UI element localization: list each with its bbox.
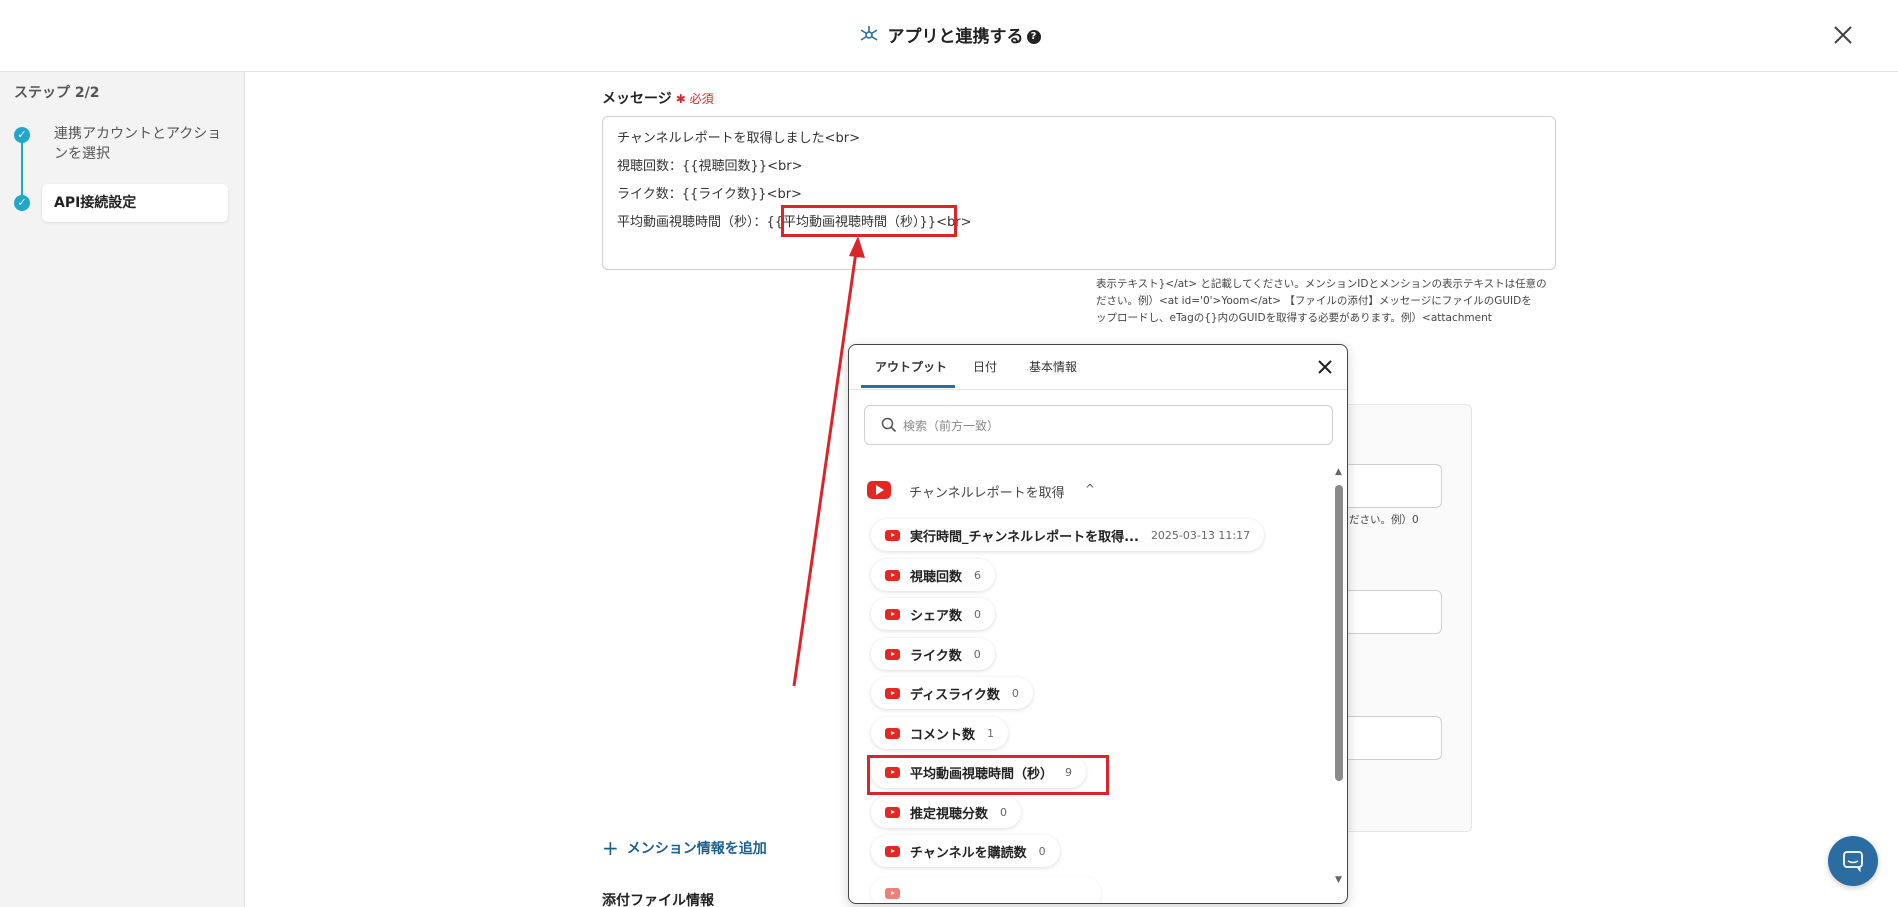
output-item[interactable]: ライク数 0: [871, 638, 995, 670]
add-mention-label: メンション情報を追加: [626, 841, 767, 857]
output-item-value: 1: [987, 726, 995, 740]
chat-support-button[interactable]: [1828, 836, 1878, 886]
mention-extra-input[interactable]: [1346, 716, 1442, 760]
check-icon: ✓: [14, 195, 30, 211]
group-label: チャンネルレポートを取得: [909, 486, 1065, 501]
app-connect-icon: [858, 24, 880, 51]
youtube-icon: [885, 727, 900, 739]
output-item-value: 0: [1011, 686, 1019, 700]
message-line-prefix: 平均動画視聴時間（秒）：: [617, 215, 767, 230]
output-picker-popup: アウトプット 日付 基本情報 チャンネルレポートを取得 ^ 実行時間_チャンネル…: [848, 344, 1348, 904]
sidebar-item-account[interactable]: 連携アカウントとアクションを選択: [54, 124, 224, 164]
youtube-icon: [885, 608, 900, 620]
output-item[interactable]: 推定視聴分数 0: [871, 796, 1022, 828]
tab-basic-info[interactable]: 基本情報: [1029, 358, 1077, 375]
scroll-down-icon[interactable]: ▼: [1335, 875, 1342, 885]
youtube-icon: [867, 481, 891, 499]
tab-date[interactable]: 日付: [973, 358, 997, 375]
message-line: 平均動画視聴時間（秒）：{{平均動画視聴時間（秒）}}<br>: [617, 209, 1541, 237]
youtube-icon: [885, 806, 900, 818]
output-item-label: シェア数: [910, 608, 963, 624]
youtube-icon: [885, 845, 900, 857]
youtube-icon: [885, 569, 900, 581]
message-textarea[interactable]: チャンネルレポートを取得しました<br> 視聴回数：{{視聴回数}}<br> ラ…: [602, 116, 1556, 270]
plus-icon: +: [602, 836, 619, 860]
help-icon[interactable]: ?: [1026, 30, 1041, 44]
message-line: ライク数：{{ライク数}}<br>: [617, 187, 802, 202]
popup-scrollbar[interactable]: ▲ ▼: [1335, 467, 1343, 887]
output-item-label: 視聴回数: [910, 569, 963, 585]
help-text-line: 表示テキスト}</at> と記載してください。メンションIDとメンションの表示テ…: [1096, 278, 1547, 290]
output-item-value: 0: [1000, 805, 1008, 819]
message-line: 視聴回数：{{視聴回数}}<br>: [617, 159, 803, 174]
output-item[interactable]: ディスライク数 0: [871, 677, 1033, 709]
output-item-label: 推定視聴分数: [910, 806, 989, 822]
modal-title: アプリと連携する?: [0, 22, 1898, 51]
mention-text-input[interactable]: [1346, 590, 1442, 634]
search-input[interactable]: [903, 416, 1323, 436]
highlight-box: [781, 205, 957, 237]
required-badge: ✱ 必須: [675, 92, 714, 106]
help-text: 表示テキスト}</at> と記載してください。メンションIDとメンションの表示テ…: [1096, 276, 1556, 327]
output-item-value: 0: [1038, 844, 1046, 858]
modal-title-text: アプリと連携する: [887, 27, 1024, 47]
output-item[interactable]: 実行時間_チャンネルレポートを取得... 2025-03-13 11:17: [871, 519, 1265, 551]
output-item[interactable]: シェア数 0: [871, 598, 996, 630]
output-item-partial[interactable]: [871, 877, 1101, 903]
step-counter: ステップ 2/2: [14, 85, 100, 101]
output-item-label: ライク数: [910, 648, 962, 664]
chevron-up-icon[interactable]: ^: [1085, 482, 1095, 496]
message-line: チャンネルレポートを取得しました<br>: [617, 131, 860, 146]
header-bar: アプリと連携する?: [0, 0, 1898, 72]
output-search: [864, 405, 1333, 445]
help-text-line: ださい。例）<at id='0'>Yoom</at> 【ファイルの添付】メッセー…: [1096, 295, 1532, 307]
tabs-divider: [849, 389, 1347, 390]
required-text: 必須: [689, 92, 714, 106]
output-item-value: 0: [974, 607, 982, 621]
youtube-icon: [885, 529, 900, 541]
scroll-thumb[interactable]: [1335, 485, 1343, 781]
check-icon: ✓: [14, 127, 30, 143]
output-item[interactable]: チャンネルを購読数 0: [871, 835, 1060, 867]
main-content: メッセージ ✱ 必須 チャンネルレポートを取得しました<br> 視聴回数：{{視聴…: [246, 72, 1898, 907]
scroll-up-icon[interactable]: ▲: [1335, 467, 1342, 477]
output-item[interactable]: 視聴回数 6: [871, 559, 996, 591]
output-item[interactable]: コメント数 1: [871, 717, 1009, 749]
youtube-icon: [885, 887, 900, 899]
output-item-label: チャンネルを購読数: [910, 845, 1027, 861]
add-mention-button[interactable]: + メンション情報を追加: [602, 836, 767, 860]
youtube-icon: [885, 648, 900, 660]
mention-note: ださい。例）0: [1349, 514, 1419, 526]
youtube-icon: [885, 687, 900, 699]
close-icon[interactable]: [1317, 359, 1333, 375]
active-tab-indicator: [861, 385, 955, 388]
output-item-value: 0: [973, 647, 981, 661]
close-icon[interactable]: [1830, 22, 1856, 48]
output-item-label: コメント数: [910, 727, 976, 743]
sidebar-item-api-settings[interactable]: API接続設定: [42, 184, 228, 222]
steps-sidebar: ステップ 2/2 ✓ 連携アカウントとアクションを選択 ✓ API接続設定: [0, 72, 245, 907]
step-connector: [21, 135, 23, 201]
mention-id-input[interactable]: [1346, 464, 1442, 508]
attachment-section-label: 添付ファイル情報: [602, 893, 714, 907]
output-item-label: 実行時間_チャンネルレポートを取得...: [910, 529, 1139, 545]
chat-icon: [1843, 851, 1863, 872]
message-field-label: メッセージ ✱ 必須: [602, 88, 714, 108]
tab-output[interactable]: アウトプット: [875, 358, 947, 375]
help-text-line: ップロードし、eTagの{}内のGUIDを取得する必要があります。例）<atta…: [1096, 312, 1492, 324]
output-item-label: ディスライク数: [910, 687, 1000, 703]
output-item-value: 6: [974, 568, 982, 582]
highlight-box: [867, 755, 1109, 795]
message-label-text: メッセージ: [602, 91, 672, 107]
search-icon: [881, 417, 897, 437]
output-item-value: 2025-03-13 11:17: [1150, 528, 1251, 542]
